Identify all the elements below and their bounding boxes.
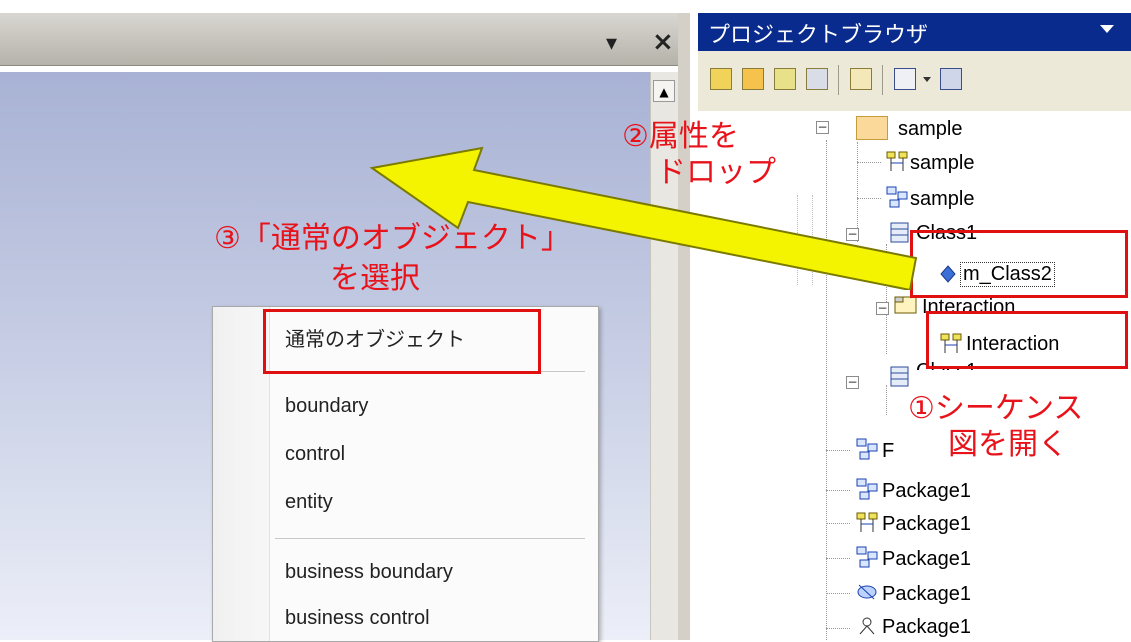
project-browser-titlebar: プロジェクトブラウザ xyxy=(698,13,1131,51)
menu-separator xyxy=(275,538,585,539)
dropdown-icon[interactable]: ▾ xyxy=(606,31,617,56)
tree-item-sample-package[interactable]: sample xyxy=(898,118,962,141)
highlight-attribute xyxy=(910,230,1128,298)
project-browser-toolbar xyxy=(698,51,1131,112)
package-folder-icon xyxy=(856,116,888,140)
tree-item-package1[interactable]: Package1 xyxy=(882,480,971,503)
highlight-interaction-diagram xyxy=(926,311,1128,369)
project-browser-title: プロジェクトブラウザ xyxy=(708,23,929,48)
new-diagram-icon[interactable] xyxy=(774,68,796,90)
class-diagram-icon xyxy=(856,478,878,500)
drag-arrow xyxy=(369,146,918,290)
class-diagram-icon xyxy=(856,438,878,460)
tree-item-package1[interactable]: Package1 xyxy=(882,616,971,639)
scroll-up-button[interactable]: ▲ xyxy=(653,80,675,102)
tree-guide-line xyxy=(886,385,887,415)
chevron-down-icon[interactable] xyxy=(1100,25,1114,33)
tree-guide-line xyxy=(826,558,850,559)
activity-diagram-icon xyxy=(859,617,875,635)
tree-item-package1[interactable]: Package1 xyxy=(882,583,971,606)
tree-item-package1[interactable]: Package1 xyxy=(882,548,971,571)
menu-item-business-boundary[interactable]: business boundary xyxy=(285,561,453,584)
new-package-icon[interactable] xyxy=(710,68,732,90)
toolbar-separator xyxy=(838,65,839,95)
menu-item-business-control[interactable]: business control xyxy=(285,607,430,630)
tree-guide-line xyxy=(826,450,850,451)
new-element-icon[interactable] xyxy=(806,68,828,90)
sequence-diagram-icon xyxy=(856,512,878,532)
close-icon[interactable]: × xyxy=(652,27,674,57)
collapse-toggle[interactable]: − xyxy=(846,376,859,389)
new-view-icon[interactable] xyxy=(742,68,764,90)
pane-splitter[interactable] xyxy=(678,13,690,640)
class-diagram-icon xyxy=(856,546,878,568)
find-icon[interactable] xyxy=(850,68,872,90)
collapse-toggle[interactable]: − xyxy=(816,121,829,134)
toolbar-separator xyxy=(882,65,883,95)
highlight-normal-object xyxy=(263,309,541,374)
step3-annotation-line2: を選択 xyxy=(330,261,420,296)
step2-annotation-line1: ②属性を xyxy=(622,119,739,154)
step1-annotation-line2: 図を開く xyxy=(948,427,1068,462)
document-dropdown-icon[interactable] xyxy=(923,77,931,82)
tree-guide-line xyxy=(826,490,850,491)
menu-icon-gutter xyxy=(213,307,270,641)
menu-item-control[interactable]: control xyxy=(285,443,345,466)
usecase-diagram-icon xyxy=(857,584,877,600)
collapse-toggle[interactable]: − xyxy=(876,302,889,315)
menu-item-boundary[interactable]: boundary xyxy=(285,395,368,418)
class-icon xyxy=(890,366,909,387)
document-icon[interactable] xyxy=(894,68,916,90)
tree-guide-line xyxy=(826,628,850,629)
menu-item-entity[interactable]: entity xyxy=(285,491,333,514)
tree-guide-line xyxy=(826,593,850,594)
tree-guide-line xyxy=(826,523,850,524)
tree-item-f[interactable]: F xyxy=(882,440,894,463)
tree-item-package1[interactable]: Package1 xyxy=(882,513,971,536)
step1-annotation-line1: ①シーケンス xyxy=(908,391,1084,426)
step3-annotation-line1: ③「通常のオブジェクト」 xyxy=(214,221,571,256)
diagram-window-titlebar: ▾ × xyxy=(0,13,690,66)
step2-annotation-line2: ドロップ xyxy=(656,155,776,190)
options-icon[interactable] xyxy=(940,68,962,90)
